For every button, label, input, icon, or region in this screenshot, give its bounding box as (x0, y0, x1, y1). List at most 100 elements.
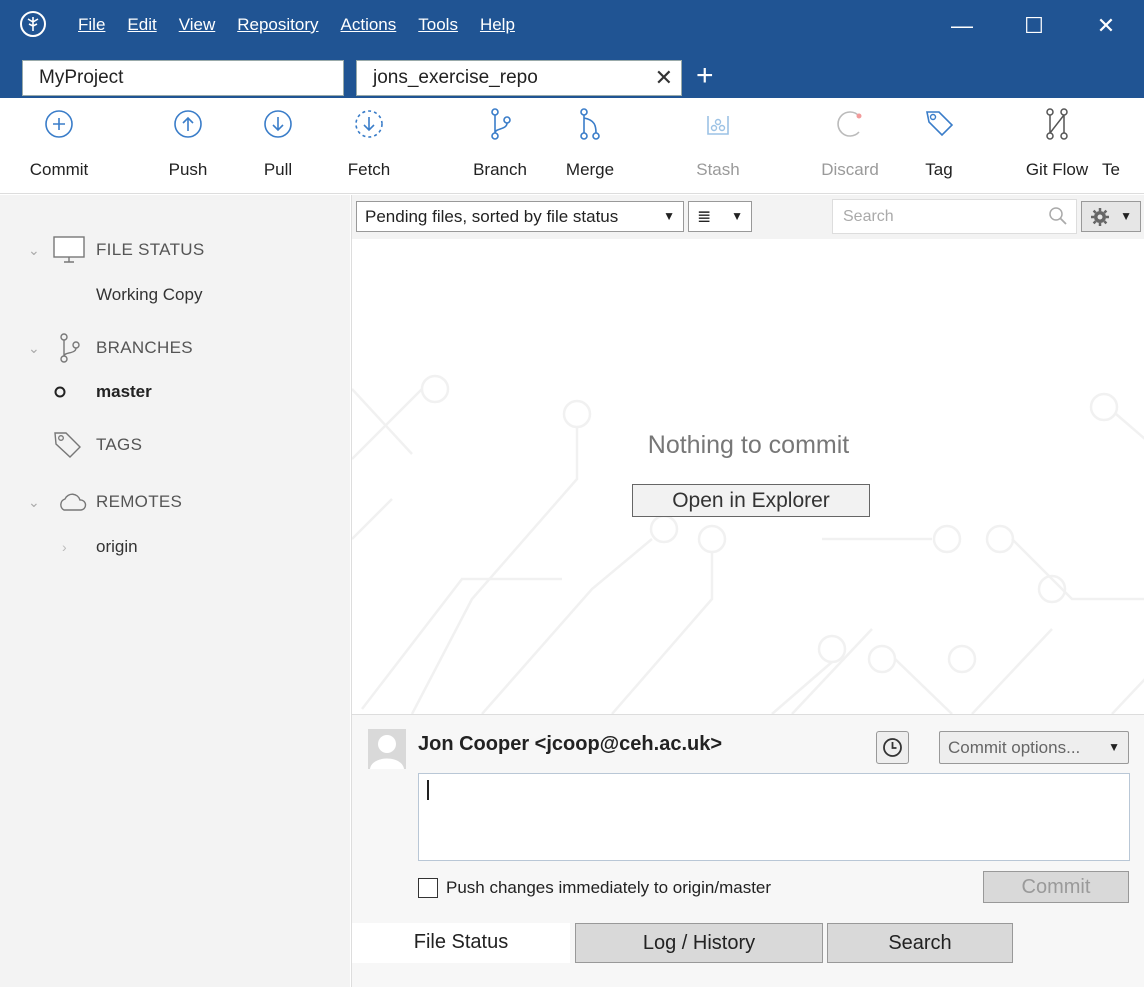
commit-icon (45, 110, 73, 138)
commit-message-input[interactable] (418, 773, 1130, 861)
push-icon (174, 110, 202, 138)
minimize-button[interactable]: — (944, 10, 980, 42)
tag-icon (926, 111, 954, 137)
cloud-icon (60, 493, 87, 511)
current-branch-icon (54, 386, 66, 398)
tab-jons-exercise-repo[interactable]: jons_exercise_repo ✕ (356, 60, 682, 96)
push-immediately-checkbox-row[interactable]: Push changes immediately to origin/maste… (418, 878, 771, 898)
terminal-label: Te (1102, 160, 1120, 179)
branch-button[interactable]: Branch (455, 106, 545, 180)
menu-edit[interactable]: Edit (127, 15, 156, 35)
tab-file-status[interactable]: File Status (352, 923, 570, 963)
view-mode-dropdown[interactable]: ≣ ▼ (688, 201, 752, 232)
fetch-label: Fetch (347, 160, 391, 179)
commit-button[interactable]: Commit (983, 871, 1129, 903)
gear-icon (1091, 208, 1109, 226)
dropdown-arrow-icon: ▼ (1120, 209, 1132, 223)
git-flow-label: Git Flow (1025, 160, 1089, 179)
commit-author: Jon Cooper <jcoop@ceh.ac.uk> (418, 733, 723, 755)
sidebar: ⌄ FILE STATUS Working Copy ⌄ BRANCHES ma… (0, 195, 350, 987)
branches-heading: BRANCHES (96, 338, 193, 357)
close-tab-icon[interactable]: ✕ (655, 61, 673, 95)
sidebar-item-origin[interactable]: › origin (0, 529, 350, 565)
commit-options-label: Commit options... (948, 738, 1081, 757)
terminal-icon (1106, 106, 1140, 142)
tab-myproject[interactable]: MyProject (22, 60, 344, 96)
fetch-button[interactable]: Fetch (324, 106, 414, 180)
merge-label: Merge (565, 160, 615, 179)
menu-file[interactable]: File (78, 15, 105, 35)
push-button[interactable]: Push (143, 106, 233, 180)
menu-repository[interactable]: Repository (237, 15, 318, 35)
circuit-background-graphic (352, 374, 1144, 714)
sidebar-item-master[interactable]: master (0, 374, 350, 410)
branch-icon (491, 108, 511, 140)
terminal-button[interactable]: Te (1102, 106, 1144, 180)
settings-dropdown-button[interactable]: ▼ (1081, 201, 1141, 232)
stash-icon (707, 116, 729, 135)
view-tabs: File Status Log / History Search (352, 917, 1144, 965)
branch-label: Branch (473, 160, 527, 179)
pull-button[interactable]: Pull (233, 106, 323, 180)
chevron-down-icon[interactable]: ⌄ (28, 494, 40, 511)
menu-actions[interactable]: Actions (341, 15, 397, 35)
commit-history-button[interactable] (876, 731, 909, 764)
commit-options-dropdown[interactable]: Commit options... ▼ (939, 731, 1129, 764)
close-window-button[interactable]: ✕ (1088, 10, 1124, 42)
discard-button[interactable]: Discard (805, 106, 895, 180)
remotes-heading: REMOTES (96, 492, 183, 511)
stash-label: Stash (696, 160, 740, 179)
chevron-down-icon[interactable]: ⌄ (28, 242, 40, 259)
tab-search[interactable]: Search (827, 923, 1013, 963)
filter-bar: Pending files, sorted by file status ▼ ≣… (352, 195, 1144, 239)
sourcetree-logo-icon (20, 11, 46, 37)
origin-remote-label: origin (96, 537, 138, 556)
file-status-heading: FILE STATUS (96, 240, 205, 259)
menu-bar: File Edit View Repository Actions Tools … (78, 15, 537, 35)
master-branch-label: master (96, 382, 152, 401)
commit-button[interactable]: Commit (14, 106, 104, 180)
search-input[interactable]: Search (832, 199, 1077, 234)
working-copy-label: Working Copy (96, 285, 203, 304)
maximize-button[interactable]: ☐ (1016, 10, 1052, 42)
chevron-right-icon[interactable]: › (62, 539, 67, 555)
monitor-icon (53, 236, 85, 263)
git-flow-button[interactable]: Git Flow (1012, 106, 1102, 180)
avatar (368, 729, 406, 769)
push-immediately-checkbox[interactable] (418, 878, 438, 898)
dropdown-arrow-icon: ▼ (731, 209, 743, 223)
menu-tools[interactable]: Tools (418, 15, 458, 35)
tag-button[interactable]: Tag (894, 106, 984, 180)
tags-heading: TAGS (96, 435, 143, 454)
search-icon (1049, 207, 1067, 225)
text-cursor (427, 780, 429, 800)
add-tab-button[interactable]: + (696, 58, 714, 94)
file-sort-value: Pending files, sorted by file status (365, 207, 619, 226)
merge-button[interactable]: Merge (545, 106, 635, 180)
title-bar: File Edit View Repository Actions Tools … (0, 0, 1144, 52)
chevron-down-icon[interactable]: ⌄ (28, 340, 40, 357)
toolbar: Commit Push Pull Fetch Branch Merge Stas… (0, 98, 1144, 194)
stash-button[interactable]: Stash (673, 106, 763, 180)
sidebar-section-branches[interactable]: ⌄ BRANCHES (0, 330, 350, 366)
push-immediately-label: Push changes immediately to origin/maste… (446, 878, 772, 897)
menu-help[interactable]: Help (480, 15, 515, 35)
dropdown-arrow-icon: ▼ (1108, 740, 1120, 754)
file-sort-dropdown[interactable]: Pending files, sorted by file status ▼ (356, 201, 684, 232)
clock-icon (883, 738, 902, 757)
tab-label: jons_exercise_repo (373, 67, 538, 88)
pull-label: Pull (263, 160, 293, 179)
file-status-panel: Pending files, sorted by file status ▼ ≣… (351, 195, 1144, 987)
sidebar-item-working-copy[interactable]: Working Copy (0, 277, 350, 313)
sidebar-section-remotes[interactable]: ⌄ REMOTES (0, 484, 350, 520)
sidebar-section-tags[interactable]: TAGS (0, 427, 350, 463)
discard-icon (837, 111, 862, 137)
pull-icon (264, 110, 292, 138)
open-in-explorer-button[interactable]: Open in Explorer (632, 484, 870, 517)
menu-view[interactable]: View (179, 15, 216, 35)
tab-log-history[interactable]: Log / History (575, 923, 823, 963)
push-label: Push (168, 160, 208, 179)
nothing-to-commit-message: Nothing to commit (647, 431, 850, 459)
sidebar-section-file-status[interactable]: ⌄ FILE STATUS (0, 232, 350, 268)
list-view-icon: ≣ (697, 207, 712, 226)
